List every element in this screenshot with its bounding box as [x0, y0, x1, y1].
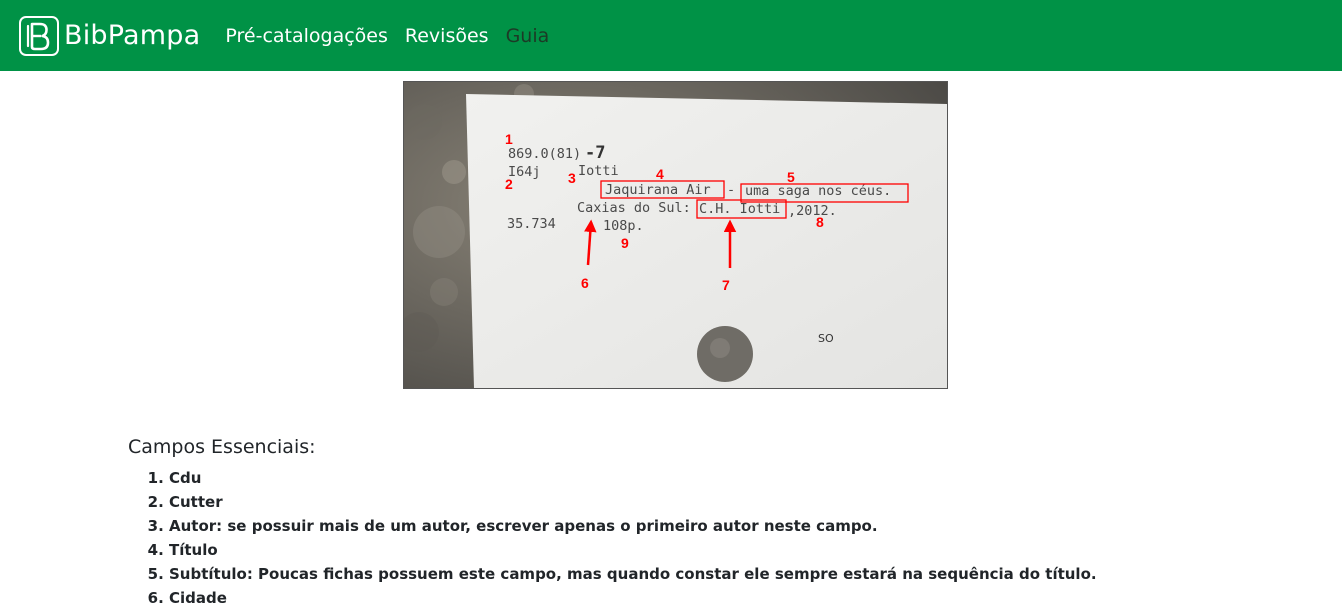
brand-name: BibPampa	[64, 20, 201, 51]
guide-content: Campos Essenciais: Cdu Cutter Autor: se …	[128, 436, 1097, 610]
card-stamp: SO	[818, 332, 834, 345]
catalog-card-photo: 869.0(81) -7 I64j Iotti Jaquirana Air - …	[403, 81, 948, 389]
field-item-autor: Autor: se possuir mais de um autor, escr…	[169, 514, 1097, 538]
field-item-cutter: Cutter	[169, 490, 1097, 514]
card-cutter: I64j	[508, 164, 541, 180]
card-publisher: C.H. Iotti	[699, 201, 780, 217]
annotation-4: 4	[656, 166, 664, 182]
annotation-3: 3	[568, 170, 576, 186]
annotation-5: 5	[787, 169, 795, 185]
annotation-6: 6	[581, 275, 589, 291]
main-nav: Pré-catalogações Revisões Guia	[225, 25, 566, 47]
annotation-9: 9	[621, 235, 629, 251]
nav-link-guia[interactable]: Guia	[506, 25, 550, 47]
annotation-1: 1	[505, 131, 513, 147]
annotation-7: 7	[722, 277, 730, 293]
card-subtitle: uma saga nos céus.	[745, 183, 891, 199]
nav-link-pre-catalogacoes[interactable]: Pré-catalogações	[225, 25, 388, 47]
card-cdu-handwritten: -7	[585, 143, 605, 163]
card-city: Caxias do Sul:	[577, 200, 691, 216]
field-item-subtitulo: Subtítulo: Poucas fichas possuem este ca…	[169, 562, 1097, 586]
card-title-dash: -	[727, 182, 735, 198]
field-item-cidade: Cidade	[169, 586, 1097, 610]
brand[interactable]: BibPampa	[19, 15, 201, 56]
navbar: BibPampa Pré-catalogações Revisões Guia	[0, 0, 1342, 71]
nav-link-revisoes[interactable]: Revisões	[405, 25, 489, 47]
field-item-titulo: Título	[169, 538, 1097, 562]
annotation-2: 2	[505, 176, 513, 192]
section-title: Campos Essenciais:	[128, 436, 316, 458]
card-number: 35.734	[507, 216, 556, 232]
card-year: ,2012.	[788, 203, 837, 219]
essential-fields-list: Cdu Cutter Autor: se possuir mais de um …	[128, 466, 1097, 610]
card-title: Jaquirana Air	[605, 182, 711, 198]
annotation-8: 8	[816, 214, 824, 230]
card-author: Iotti	[578, 163, 619, 179]
card-cdu: 869.0(81)	[508, 146, 581, 162]
book-b-logo-icon	[19, 15, 59, 56]
card-pages: 108p.	[603, 218, 644, 234]
field-item-cdu: Cdu	[169, 466, 1097, 490]
